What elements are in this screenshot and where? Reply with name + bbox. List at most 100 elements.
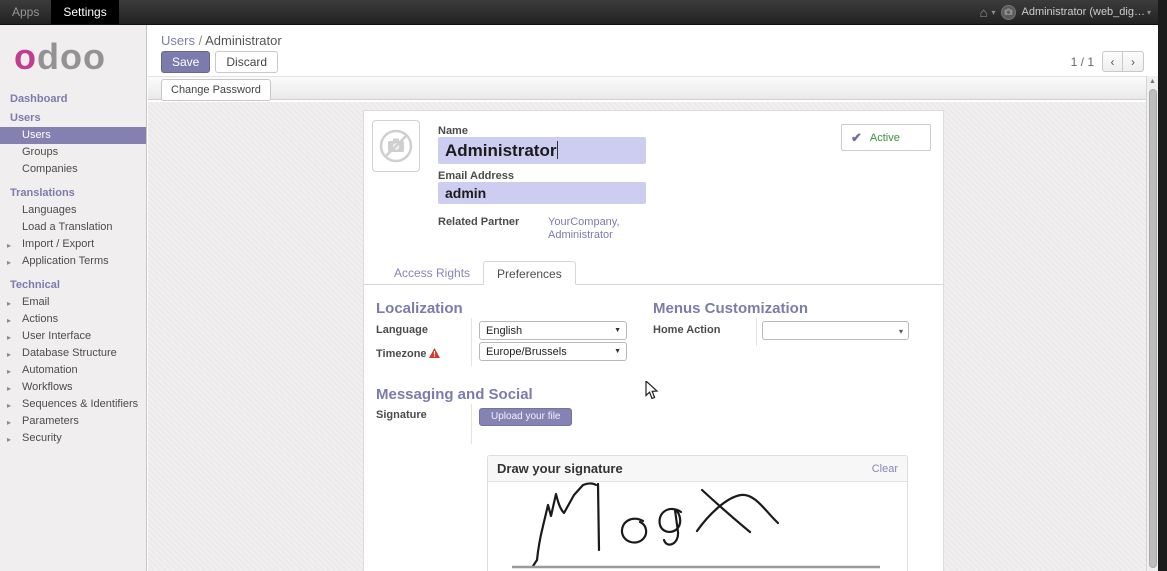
signature-panel: Draw your signature Clear [487, 455, 908, 571]
change-password-button[interactable]: Change Password [161, 79, 271, 101]
timezone-label-row: Timezone [376, 344, 440, 362]
sidebar-item-dashboard[interactable]: Dashboard [0, 89, 146, 108]
chevron-down-icon: ▾ [899, 327, 903, 336]
sidebar-section-technical[interactable]: Technical [0, 275, 146, 294]
home-action-combo[interactable]: ▾ [762, 321, 909, 340]
menu-settings[interactable]: Settings [51, 0, 118, 24]
window-edge [1158, 0, 1167, 571]
discard-button[interactable]: Discard [215, 51, 278, 73]
localization-title: Localization [376, 300, 463, 317]
upload-file-button[interactable]: Upload your file [479, 408, 572, 426]
text-cursor [557, 141, 558, 159]
email-input[interactable]: admin [438, 182, 646, 204]
main-area: Users / Administrator Save Discard 1 / 1… [148, 25, 1158, 571]
save-button[interactable]: Save [161, 51, 210, 73]
form-sheet: Name Administrator Email Address admin R… [363, 110, 944, 571]
camera-icon [1004, 8, 1013, 16]
sidebar-item-workflows[interactable]: ▸Workflows [0, 379, 146, 396]
group-separator [756, 318, 757, 346]
checkmark-icon: ✔ [851, 130, 862, 146]
home-icon[interactable]: ⌂ [980, 5, 988, 20]
user-image-field[interactable] [372, 120, 420, 172]
form-view: Name Administrator Email Address admin R… [148, 102, 1158, 571]
warning-icon[interactable] [429, 345, 440, 363]
group-separator [471, 404, 472, 444]
sidebar-item-application-terms[interactable]: ▸Application Terms [0, 253, 146, 270]
chevron-down-icon[interactable]: ▾ [1147, 8, 1151, 17]
signature-panel-header: Draw your signature Clear [488, 456, 907, 482]
sidebar-item-actions[interactable]: ▸Actions [0, 311, 146, 328]
timezone-select[interactable]: Europe/Brussels ▼ [479, 342, 627, 361]
sidebar-item-languages[interactable]: Languages [0, 202, 146, 219]
select-arrow-icon: ▼ [614, 327, 621, 334]
language-label: Language [376, 324, 428, 336]
pager-previous-button[interactable]: ‹ [1102, 51, 1123, 72]
sidebar-item-import-export[interactable]: ▸Import / Export [0, 236, 146, 253]
clear-signature-link[interactable]: Clear [872, 463, 898, 475]
chevron-right-icon: ▸ [7, 257, 11, 268]
chevron-right-icon: ▸ [7, 383, 11, 394]
sidebar-item-companies[interactable]: Companies [0, 161, 146, 178]
top-menu: Apps Settings [0, 0, 119, 24]
sidebar-section-users[interactable]: Users [0, 108, 146, 127]
breadcrumb-current: Administrator [205, 33, 282, 48]
chevron-right-icon: ▸ [7, 298, 11, 309]
sidebar-item-parameters[interactable]: ▸Parameters [0, 413, 146, 430]
name-input[interactable]: Administrator [438, 137, 646, 164]
tab-preferences[interactable]: Preferences [483, 261, 576, 285]
vertical-scrollbar[interactable]: ▲ [1146, 76, 1158, 571]
chevron-down-icon[interactable]: ▾ [991, 8, 995, 17]
email-label: Email Address [438, 170, 514, 182]
sidebar-item-automation[interactable]: ▸Automation [0, 362, 146, 379]
chevron-right-icon: ▸ [7, 332, 11, 343]
chevron-right-icon: ▸ [7, 400, 11, 411]
scroll-up-icon[interactable]: ▲ [1149, 78, 1156, 85]
related-partner-link[interactable]: YourCompany, Administrator [548, 216, 644, 242]
home-action-label: Home Action [653, 324, 720, 336]
odoo-logo: odoo [0, 25, 146, 89]
active-checkbox[interactable]: ✔ Active [841, 124, 931, 151]
sidebar: odoo Dashboard Users Users Groups Compan… [0, 25, 147, 571]
top-menubar: Apps Settings ⌂ ▾ Administrator (web_dig… [0, 0, 1167, 25]
notebook-tabs: Access Rights Preferences [364, 261, 943, 285]
breadcrumb-users-link[interactable]: Users [161, 33, 195, 48]
sidebar-item-groups[interactable]: Groups [0, 144, 146, 161]
signature-panel-title: Draw your signature [497, 461, 623, 476]
tab-access-rights[interactable]: Access Rights [381, 261, 483, 285]
menus-customization-title: Menus Customization [653, 300, 808, 317]
sidebar-item-sequences-identifiers[interactable]: ▸Sequences & Identifiers [0, 396, 146, 413]
group-separator [471, 318, 472, 366]
scrollbar-thumb[interactable] [1149, 89, 1157, 568]
select-arrow-icon: ▼ [614, 348, 621, 355]
sidebar-section-translations[interactable]: Translations [0, 183, 146, 202]
signature-canvas[interactable] [488, 482, 907, 571]
sidebar-item-load-a-translation[interactable]: Load a Translation [0, 219, 146, 236]
menu-apps[interactable]: Apps [0, 0, 51, 24]
chevron-right-icon: ▸ [7, 315, 11, 326]
user-menu[interactable]: Administrator (web_dig… [1021, 6, 1145, 18]
timezone-label: Timezone [376, 348, 427, 360]
sidebar-item-database-structure[interactable]: ▸Database Structure [0, 345, 146, 362]
avatar[interactable] [1001, 5, 1016, 20]
sidebar-item-security[interactable]: ▸Security [0, 430, 146, 447]
name-label: Name [438, 125, 468, 137]
chevron-right-icon: ▸ [7, 240, 11, 251]
messaging-and-social-title: Messaging and Social [376, 386, 533, 403]
breadcrumb: Users / Administrator [161, 33, 282, 48]
form-buttons: Save Discard [161, 51, 278, 73]
chevron-right-icon: ▸ [7, 366, 11, 377]
pager: 1 / 1 ‹ › [1071, 51, 1144, 72]
language-select[interactable]: English ▼ [479, 321, 627, 340]
sidebar-item-email[interactable]: ▸Email [0, 294, 146, 311]
chevron-right-icon: ▸ [7, 349, 11, 360]
pager-next-button[interactable]: › [1123, 51, 1144, 72]
sidebar-menu: Dashboard Users Users Groups Companies T… [0, 89, 146, 447]
no-camera-icon [378, 128, 414, 164]
sidebar-item-users[interactable]: Users [0, 127, 146, 144]
chevron-right-icon: ▸ [7, 434, 11, 445]
sidebar-item-user-interface[interactable]: ▸User Interface [0, 328, 146, 345]
breadcrumb-separator: / [199, 33, 203, 48]
app-window: Apps Settings ⌂ ▾ Administrator (web_dig… [0, 0, 1167, 571]
chevron-right-icon: ▸ [7, 417, 11, 428]
signature-drawing [488, 482, 907, 571]
